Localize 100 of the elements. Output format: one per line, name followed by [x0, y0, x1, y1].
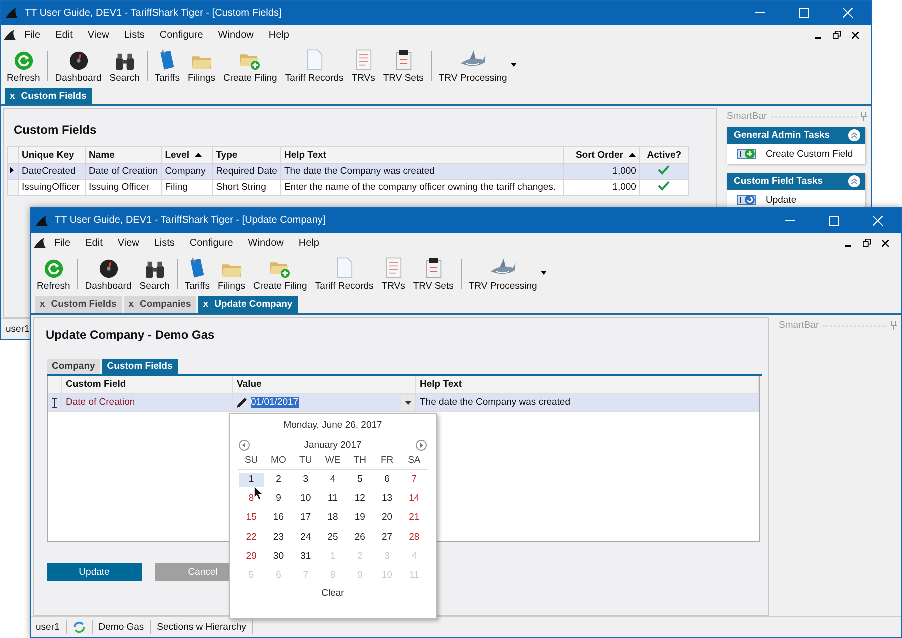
restore-icon[interactable]: [833, 31, 841, 39]
calendar-day[interactable]: 2: [266, 472, 292, 487]
calendar-day[interactable]: 1: [239, 472, 264, 487]
toolbar-button[interactable]: Dashboard: [51, 48, 106, 85]
column-header[interactable]: Level: [162, 146, 213, 164]
calendar-day[interactable]: 3: [293, 472, 318, 487]
toolbar-button[interactable]: Refresh: [33, 256, 74, 293]
row-header[interactable]: [48, 394, 62, 412]
caret-icon[interactable]: [541, 271, 548, 275]
document-tab[interactable]: x Custom Fields: [35, 296, 122, 313]
toolbar-button[interactable]: Refresh: [3, 48, 44, 85]
section-tab[interactable]: Custom Fields: [102, 359, 178, 374]
column-header[interactable]: Help Text: [280, 146, 564, 164]
calendar-day[interactable]: 17: [293, 511, 318, 526]
calendar-day[interactable]: 13: [374, 492, 400, 506]
calendar-day[interactable]: 26: [348, 530, 373, 545]
next-month-icon[interactable]: [416, 440, 427, 451]
toolbar-button[interactable]: Tariff Records: [311, 256, 378, 293]
toolbar-button[interactable]: TRV Sets: [409, 256, 458, 293]
restore-icon[interactable]: [863, 239, 871, 247]
toolbar-button[interactable]: Tariff Records: [281, 48, 348, 85]
calendar-day[interactable]: 27: [374, 530, 400, 545]
calendar-day[interactable]: 23: [266, 530, 292, 545]
toolbar-button[interactable]: Filings: [184, 48, 220, 85]
collapse-icon[interactable]: [848, 175, 861, 188]
today-link[interactable]: Monday, June 26, 2017: [238, 420, 428, 431]
calendar-day[interactable]: 6: [374, 472, 400, 487]
toolbar-button[interactable]: Create Filing: [249, 256, 312, 293]
close-icon[interactable]: [852, 32, 859, 38]
calendar-day[interactable]: 31: [293, 550, 318, 564]
toolbar-button[interactable]: Filings: [214, 256, 250, 293]
collapse-icon[interactable]: [848, 129, 861, 142]
toolbar-button[interactable]: TRVs: [348, 48, 380, 85]
section-tab[interactable]: Company: [47, 359, 100, 374]
calendar-day[interactable]: 20: [374, 511, 400, 526]
calendar-day[interactable]: 19: [348, 511, 373, 526]
calendar-day[interactable]: 10: [293, 492, 318, 506]
calendar-day[interactable]: 4: [320, 472, 346, 487]
calendar-day[interactable]: 22: [239, 530, 264, 545]
calendar-day[interactable]: 29: [239, 550, 264, 564]
task-link[interactable]: Update: [766, 194, 797, 206]
menu-item[interactable]: Help: [261, 30, 297, 40]
toolbar-button[interactable]: Search: [106, 48, 144, 85]
column-header[interactable]: Unique Key: [18, 146, 86, 164]
menu-item[interactable]: Configure: [152, 30, 211, 40]
calendar-day[interactable]: 14: [402, 492, 427, 506]
toolbar-button[interactable]: Dashboard: [81, 256, 136, 293]
toolbar-button[interactable]: Create Filing: [219, 48, 282, 85]
document-tab[interactable]: x Custom Fields: [5, 88, 92, 104]
document-tab[interactable]: x Companies: [124, 296, 196, 313]
previous-month-icon[interactable]: [239, 440, 250, 451]
toolbar-button[interactable]: Tariffs: [150, 48, 184, 85]
calendar-day[interactable]: 5: [348, 472, 373, 487]
toolbar-button[interactable]: TRV Sets: [379, 48, 428, 85]
menu-item[interactable]: Edit: [48, 30, 80, 40]
maximize-icon[interactable]: [799, 8, 809, 18]
calendar-day[interactable]: 11: [320, 492, 346, 506]
tab-close-button[interactable]: x: [203, 299, 209, 310]
toolbar-button[interactable]: TRVs: [378, 256, 410, 293]
column-header[interactable]: Name: [86, 146, 162, 164]
menu-item[interactable]: Lists: [116, 30, 152, 40]
toolbar-button[interactable]: Tariffs: [180, 256, 214, 293]
document-tab[interactable]: x Update Company: [198, 296, 298, 313]
calendar-day[interactable]: 15: [239, 511, 264, 526]
sync-icon[interactable]: [72, 620, 86, 634]
menu-item[interactable]: Edit: [78, 238, 110, 248]
calendar-day[interactable]: 25: [320, 530, 346, 545]
tab-close-button[interactable]: x: [10, 90, 16, 102]
menu-item[interactable]: Help: [291, 238, 327, 248]
menu-item[interactable]: Window: [210, 30, 262, 40]
menu-item[interactable]: View: [110, 238, 147, 248]
update-button[interactable]: Update: [47, 563, 142, 581]
clear-button[interactable]: Clear: [316, 586, 350, 600]
column-header[interactable]: Active?: [640, 146, 689, 164]
calendar-day[interactable]: 30: [266, 550, 292, 564]
calendar-day[interactable]: 7: [402, 472, 427, 487]
calendar-day[interactable]: 9: [266, 492, 292, 506]
tab-close-button[interactable]: x: [40, 299, 46, 310]
task-link[interactable]: Create Custom Field: [766, 148, 854, 160]
column-header[interactable]: Type: [212, 146, 281, 164]
calendar-day[interactable]: 28: [402, 530, 427, 545]
menu-item[interactable]: View: [80, 30, 117, 40]
toolbar-button[interactable]: Search: [136, 256, 174, 293]
menu-item[interactable]: Window: [240, 238, 292, 248]
tab-close-button[interactable]: x: [128, 299, 134, 310]
date-field[interactable]: 01/01/2017: [233, 394, 416, 412]
calendar-day[interactable]: 16: [266, 511, 292, 526]
menu-item[interactable]: File: [17, 30, 48, 40]
caret-icon[interactable]: [511, 63, 518, 67]
menu-item[interactable]: File: [47, 238, 78, 248]
calendar-day[interactable]: 24: [293, 530, 318, 545]
calendar-day[interactable]: 18: [320, 511, 346, 526]
dropdown-arrow-icon[interactable]: [404, 400, 412, 404]
toolbar-button[interactable]: TRV Processing: [464, 256, 542, 293]
menu-item[interactable]: Lists: [146, 238, 182, 248]
toolbar-button[interactable]: TRV Processing: [434, 48, 512, 85]
calendar-day[interactable]: 12: [348, 492, 373, 506]
row-header[interactable]: [8, 164, 18, 180]
close-icon[interactable]: [882, 240, 889, 246]
calendar-day[interactable]: 21: [402, 511, 427, 526]
